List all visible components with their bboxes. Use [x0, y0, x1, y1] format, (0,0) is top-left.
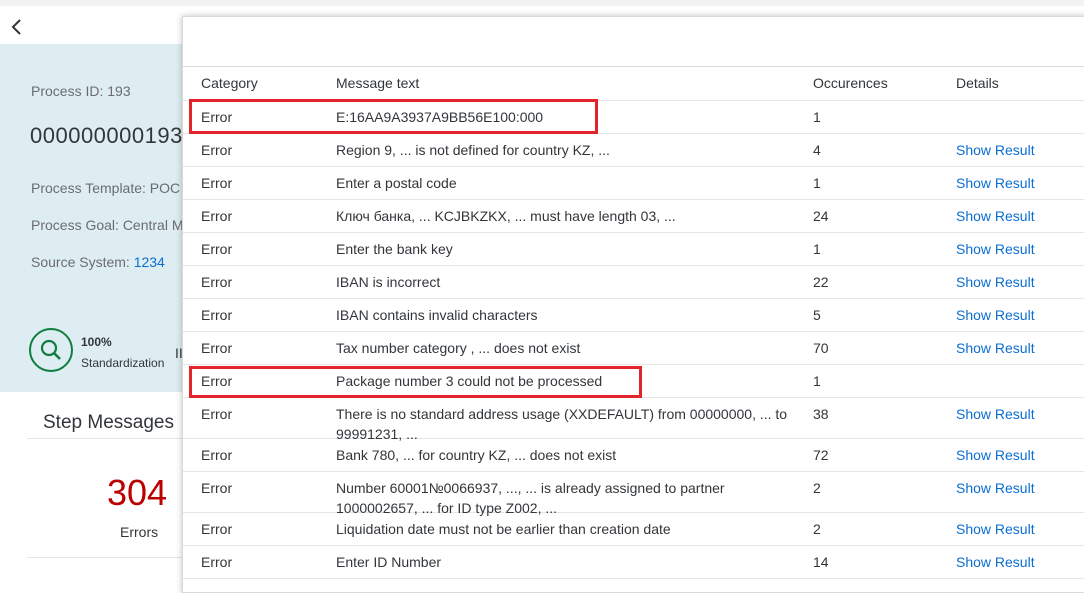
show-result-link[interactable]: Show Result	[956, 478, 1035, 498]
occurrences-cell: 5	[813, 307, 821, 323]
search-icon	[40, 339, 61, 360]
occurrences-cell: 1	[813, 373, 821, 389]
category-cell: Error	[201, 406, 233, 422]
table-row[interactable]: Error There is no standard address usage …	[183, 398, 1084, 442]
category-cell: Error	[201, 554, 233, 570]
column-header-details[interactable]: Details	[956, 75, 999, 91]
process-id-label: Process ID: 193	[31, 83, 131, 99]
occurrences-cell: 1	[813, 241, 821, 257]
show-result-link[interactable]: Show Result	[956, 338, 1035, 358]
category-cell: Error	[201, 142, 233, 158]
category-cell: Error	[201, 274, 233, 290]
highlight-box	[189, 99, 598, 134]
table-row[interactable]: Error Tax number category , ... does not …	[183, 332, 1084, 365]
step-label-standardization: Standardization	[81, 356, 165, 370]
message-text-cell: Region 9, ... is not defined for country…	[336, 142, 610, 158]
message-text-cell: Enter the bank key	[336, 241, 453, 257]
message-text-cell: Bank 780, ... for country KZ, ... does n…	[336, 447, 617, 463]
error-count[interactable]: 304	[107, 472, 167, 514]
table-row[interactable]: Error IBAN contains invalid characters 5 Sh…	[183, 299, 1084, 332]
show-result-link[interactable]: Show Result	[956, 239, 1035, 259]
message-text-cell: Number 60001№0066937, ..., ... is alread…	[336, 480, 725, 516]
divider	[27, 438, 187, 439]
chevron-left-icon[interactable]	[8, 18, 26, 36]
process-goal-label: Process Goal: Central M	[31, 217, 184, 233]
source-system-attr: Source System: 1234	[31, 254, 165, 270]
messages-popover: Category Message text Occurences Details…	[182, 16, 1084, 593]
show-result-link[interactable]: Show Result	[956, 173, 1035, 193]
error-count-label: Errors	[120, 524, 159, 540]
process-template-label: Process Template: POC	[31, 180, 181, 196]
show-result-link[interactable]: Show Result	[956, 404, 1035, 424]
message-text-cell: Liquidation date must not be earlier tha…	[336, 521, 671, 537]
column-header-message[interactable]: Message text	[336, 75, 419, 91]
show-result-link[interactable]: Show Result	[956, 206, 1035, 226]
message-text-cell: Tax number category , ... does not exist	[336, 340, 581, 356]
table-row[interactable]: Error Bank 780, ... for country KZ, ... d…	[183, 439, 1084, 472]
category-cell: Error	[201, 307, 233, 323]
table-row[interactable]: Error Enter a postal code 1 Show Result	[183, 167, 1084, 200]
source-system-link[interactable]: 1234	[134, 254, 165, 270]
step-messages-title: Step Messages	[43, 412, 174, 433]
occurrences-cell: 2	[813, 480, 821, 496]
table-row[interactable]: Error Enter ID Number 14 Show Result	[183, 546, 1084, 579]
progress-percent: 100%	[81, 335, 112, 349]
occurrences-cell: 22	[813, 274, 829, 290]
message-text-cell: Enter ID Number	[336, 554, 442, 570]
occurrences-cell: 70	[813, 340, 829, 356]
show-result-link[interactable]: Show Result	[956, 552, 1035, 572]
column-header-category[interactable]: Category	[201, 75, 258, 91]
occurrences-cell: 1	[813, 109, 821, 125]
standardization-step-button[interactable]	[29, 328, 73, 372]
occurrences-cell: 72	[813, 447, 829, 463]
show-result-link[interactable]: Show Result	[956, 272, 1035, 292]
show-result-link[interactable]: Show Result	[956, 140, 1035, 160]
message-text-cell: Ключ банка, ... KCJBKZKX, ... must have …	[336, 208, 676, 224]
occurrences-cell: 2	[813, 521, 821, 537]
message-text-cell: There is no standard address usage (XXDE…	[336, 406, 788, 442]
table-row[interactable]: Error Enter the bank key 1 Show Result	[183, 233, 1084, 266]
show-result-link[interactable]: Show Result	[956, 445, 1035, 465]
table-row[interactable]: Error Liquidation date must not be earlie…	[183, 513, 1084, 546]
show-result-link[interactable]: Show Result	[956, 519, 1035, 539]
message-text-cell: Enter a postal code	[336, 175, 457, 191]
category-cell: Error	[201, 208, 233, 224]
table-row[interactable]: Error Region 9, ... is not defined for co…	[183, 134, 1084, 167]
occurrences-cell: 38	[813, 406, 829, 422]
category-cell: Error	[201, 447, 233, 463]
category-cell: Error	[201, 480, 233, 496]
table-row[interactable]: Error IBAN is incorrect 22 Show Result	[183, 266, 1084, 299]
occurrences-cell: 24	[813, 208, 829, 224]
occurrences-cell: 14	[813, 554, 829, 570]
show-result-link[interactable]: Show Result	[956, 305, 1035, 325]
category-cell: Error	[201, 521, 233, 537]
message-text-cell: IBAN is incorrect	[336, 274, 441, 290]
category-cell: Error	[201, 241, 233, 257]
process-id-title: 000000000193	[30, 123, 183, 148]
highlight-box	[189, 366, 642, 398]
occurrences-cell: 4	[813, 142, 821, 158]
message-text-cell: IBAN contains invalid characters	[336, 307, 538, 323]
occurrences-cell: 1	[813, 175, 821, 191]
category-cell: Error	[201, 175, 233, 191]
table-row[interactable]: Error Number 60001№0066937, ..., ... is a…	[183, 472, 1084, 516]
category-cell: Error	[201, 340, 233, 356]
column-header-occurrences[interactable]: Occurences	[813, 75, 888, 91]
popover-header	[183, 17, 1084, 67]
divider	[27, 557, 187, 558]
table-row[interactable]: Error Ключ банка, ... KCJBKZKX, ... must …	[183, 200, 1084, 233]
source-system-label: Source System:	[31, 254, 134, 270]
